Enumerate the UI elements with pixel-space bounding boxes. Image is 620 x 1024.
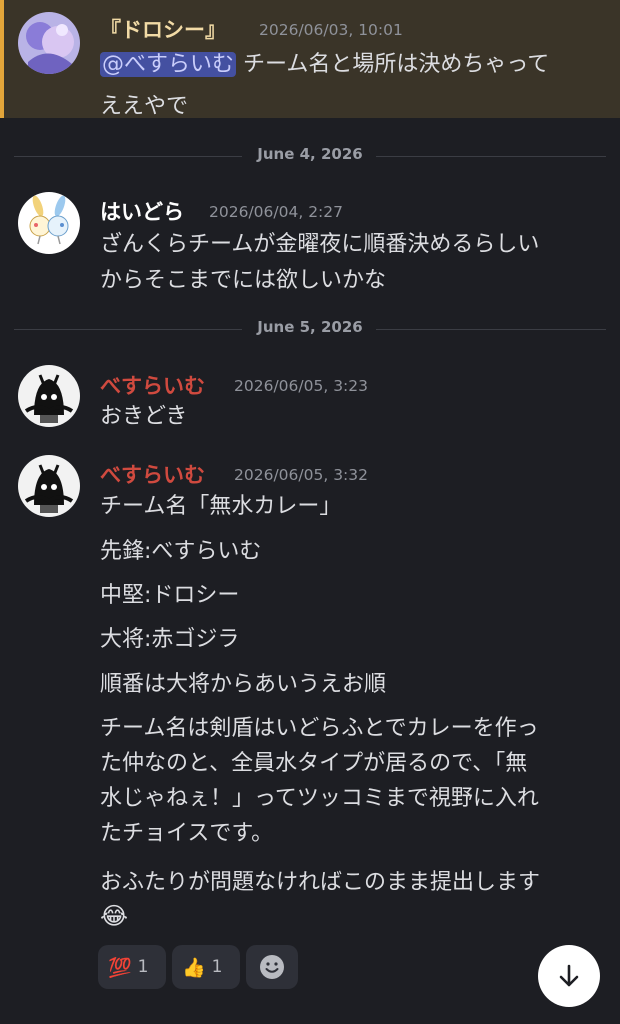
message-line: @べすらいむ チーム名と場所は決めちゃって — [100, 46, 549, 78]
message-author[interactable]: べすらいむ — [100, 459, 205, 489]
message[interactable]: べすらいむ 2026/06/05, 3:32 チーム名「無水カレー」 先鋒:べす… — [0, 454, 620, 944]
message-timestamp: 2026/06/03, 10:01 — [259, 21, 403, 39]
reaction-thumbs-up[interactable]: 👍 1 — [172, 945, 240, 989]
message-mention-highlighted[interactable]: 『ドロシー』 2026/06/03, 10:01 @べすらいむ チーム名と場所は… — [0, 0, 620, 119]
message-author[interactable]: はいどら — [100, 196, 184, 226]
message-line: 水じゃねぇ！」ってツッコミまで視野に入れ — [100, 786, 539, 811]
message-line: おふたりが問題なければこのまま提出します — [100, 870, 541, 895]
jump-to-latest-button[interactable] — [538, 945, 600, 1007]
add-reaction-button[interactable] — [246, 945, 298, 989]
emoji-laughing: 😂 — [100, 902, 129, 930]
user-mention[interactable]: @べすらいむ — [100, 52, 237, 77]
date-divider: June 4, 2026 — [14, 145, 606, 167]
date-divider-label: June 4, 2026 — [257, 145, 363, 163]
date-divider: June 5, 2026 — [14, 318, 606, 340]
message-line: ざんくらチームが金曜夜に順番決めるらしい — [100, 232, 540, 257]
message-line: た仲なのと、全員水タイプが居るので、「無 — [100, 751, 528, 776]
message-timestamp: 2026/06/04, 2:27 — [209, 203, 343, 221]
message-line: 大将:赤ゴジラ — [100, 627, 240, 652]
avatar-besuraimu[interactable] — [18, 455, 80, 517]
reaction-count: 1 — [137, 957, 149, 977]
message-line: おきどき — [100, 404, 188, 429]
message[interactable]: べすらいむ 2026/06/05, 3:23 おきどき — [0, 364, 620, 434]
message-line: 先鋒:べすらいむ — [100, 539, 262, 564]
reaction-count: 1 — [211, 957, 223, 977]
message-line: チーム名「無水カレー」 — [100, 494, 342, 519]
message-author[interactable]: べすらいむ — [100, 370, 205, 400]
message-timestamp: 2026/06/05, 3:23 — [234, 377, 368, 395]
avatar-besuraimu[interactable] — [18, 365, 80, 427]
hundred-points-icon: 💯 — [108, 956, 132, 979]
message-line: チーム名は剣盾はいどらふとでカレーを作っ — [100, 716, 539, 741]
message-text: チーム名と場所は決めちゃって — [236, 52, 550, 77]
message-line: たチョイスです。 — [100, 821, 274, 846]
smiley-add-reaction-icon — [260, 955, 284, 979]
avatar-dorothy[interactable] — [18, 12, 80, 74]
arrow-down-icon — [559, 964, 579, 987]
message-author[interactable]: 『ドロシー』 — [100, 14, 226, 44]
thumbs-up-icon: 👍 — [182, 956, 206, 979]
message-line: からそこまでには欲しいかな — [100, 268, 387, 293]
reaction-100[interactable]: 💯 1 — [98, 945, 166, 989]
avatar-haidora[interactable] — [18, 192, 80, 254]
message-line: 順番は大将からあいうえお順 — [100, 672, 387, 697]
message-timestamp: 2026/06/05, 3:32 — [234, 466, 368, 484]
message-line: 中堅:ドロシー — [100, 583, 240, 608]
message[interactable]: はいどら 2026/06/04, 2:27 ざんくらチームが金曜夜に順番決めるら… — [0, 190, 620, 300]
message-line: ええやで — [100, 94, 189, 119]
date-divider-label: June 5, 2026 — [257, 318, 363, 336]
